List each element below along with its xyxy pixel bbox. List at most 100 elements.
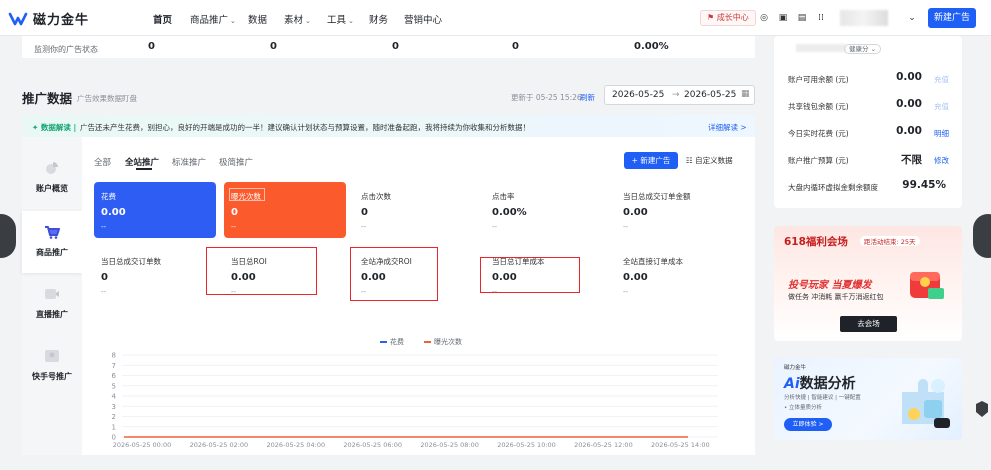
edit-budget-link[interactable]: 修改: [934, 155, 949, 166]
tab-all[interactable]: 全部: [94, 156, 111, 168]
banner-618-festival[interactable]: 618福利会场 距活动结束: 25天 投号玩家 当夏爆发 做任务 冲消耗 赢千万…: [774, 226, 962, 341]
flag-icon: ⚑: [707, 13, 715, 22]
go-venue-button[interactable]: 去会场: [840, 316, 897, 332]
calendar-icon: ▦: [741, 89, 750, 99]
banner-title: Ai数据分析: [784, 376, 856, 392]
nav-material[interactable]: 素材 ⌄: [284, 12, 311, 26]
x-tick-label: 2026-05-25 10:00: [497, 441, 556, 449]
tab-full-site[interactable]: 全站推广: [125, 156, 159, 168]
nav-home[interactable]: 首页: [153, 12, 172, 26]
metric-card-orders[interactable]: 当日总成交订单数 0 --: [94, 247, 216, 303]
apps-grid-icon[interactable]: ⁞⁞: [815, 12, 827, 24]
recharge-link[interactable]: 充值: [934, 74, 949, 85]
banner-subtext: • 立体量质分析: [784, 405, 822, 411]
date-end: 2026-05-25: [684, 90, 737, 100]
status-value: 0: [148, 41, 155, 52]
puzzle-robot-illustration-icon: [902, 379, 950, 428]
nav-marketing[interactable]: 营销中心: [404, 12, 442, 26]
account-row-today-spend: 今日实时花费 (元) 0.00 明细: [788, 125, 949, 139]
status-value: 0.00%: [634, 41, 669, 52]
x-tick-label: 2026-05-25 06:00: [343, 441, 402, 449]
brand-logo-icon: [8, 12, 28, 25]
nav-data[interactable]: 数据: [248, 12, 267, 26]
metric-card-impressions[interactable]: 曝光次数 0 --: [224, 182, 346, 238]
ad-status-strip: 监测你的广告状态 0 0 0 0 0.00%: [22, 36, 755, 58]
status-value: 0: [512, 41, 519, 52]
y-tick-label: 1: [112, 423, 116, 431]
metric-card-ctr[interactable]: 点击率 0.00% --: [485, 182, 607, 238]
update-time: 更新于 05-25 15:26: [511, 93, 582, 102]
top-nav: 磁力金牛 首页 商品推广 ⌄ 数据 素材 ⌄ 工具 ⌄ 财务 营销中心 ⚑ 成长中心 …: [0, 0, 991, 36]
account-name-masked[interactable]: [840, 10, 888, 26]
brand-logo[interactable]: 磁力金牛: [8, 9, 89, 28]
y-tick-label: 5: [112, 382, 116, 390]
legend-swatch: [380, 341, 387, 343]
side-tab-account-overview[interactable]: 账户概览: [22, 147, 82, 209]
account-row-virtual-quota: 大盘内循环虚拟金剩余额度 99.45%: [788, 179, 946, 192]
x-tick-label: 2026-05-25 00:00: [113, 441, 172, 449]
section-subtitle: 广告效果数据盯盘: [77, 94, 137, 103]
x-tick-label: 2026-05-25 08:00: [420, 441, 479, 449]
x-tick-label: 2026-05-25 02:00: [190, 441, 249, 449]
legend-item-spend[interactable]: 花费: [380, 337, 404, 347]
metric-card-clicks[interactable]: 点击次数 0 --: [354, 182, 476, 238]
account-id-masked: [796, 44, 846, 52]
message-icon[interactable]: ▣: [777, 12, 789, 24]
recharge-link[interactable]: 充值: [934, 101, 949, 112]
highlight-box-total-roi: [206, 247, 317, 295]
account-summary-card: 健康分 ⌄ 账户可用余额 (元) 0.00 充值 共享钱包余额 (元) 0.00…: [774, 36, 962, 208]
chevron-down-icon[interactable]: ⌄: [906, 12, 918, 24]
banner-brand-tag: 磁力金牛: [784, 365, 807, 371]
section-title: 推广数据: [22, 91, 73, 106]
new-ad-button[interactable]: 新建广告: [928, 8, 976, 28]
status-label: 监测你的广告状态: [34, 45, 98, 54]
refresh-link[interactable]: 刷新: [580, 92, 595, 103]
promo-content: 全部 全站推广 标准推广 极简推广 + 新建广告 ☷ 自定义数据 花费 0.00…: [82, 137, 755, 455]
health-score-badge[interactable]: 健康分 ⌄: [844, 44, 882, 54]
nav-tools[interactable]: 工具 ⌄: [327, 12, 354, 26]
y-tick-label: 8: [112, 352, 116, 360]
metric-card-direct-order-cost[interactable]: 全站直接订单成本 0.00 --: [616, 247, 738, 303]
target-icon[interactable]: ◎: [758, 12, 770, 24]
carousel-prev-button[interactable]: [0, 214, 16, 258]
trend-line-chart: 0123456782026-05-25 00:00 2026-05-25 02:0…: [112, 352, 718, 449]
metric-card-gmv[interactable]: 当日总成交订单金额 0.00 --: [616, 182, 738, 238]
side-tab-product-promo[interactable]: 商品推广: [22, 211, 82, 273]
ai-insight-icon: ✦: [32, 123, 39, 132]
document-icon[interactable]: ▤: [796, 12, 808, 24]
detail-link[interactable]: 明细: [934, 128, 949, 139]
legend-swatch: [424, 341, 431, 343]
countdown-badge: 距活动结束: 25天: [860, 236, 920, 246]
date-start: 2026-05-25: [612, 90, 665, 100]
custom-data-button[interactable]: ☷ 自定义数据: [686, 152, 744, 169]
try-now-button[interactable]: 立即体验 >: [784, 418, 832, 431]
tab-simple[interactable]: 极简推广: [219, 156, 253, 168]
growth-center-button[interactable]: ⚑ 成长中心: [700, 10, 756, 26]
side-tab-live-promo[interactable]: 直播推广: [22, 273, 82, 335]
nav-finance[interactable]: 财务: [369, 12, 388, 26]
status-value: 0: [392, 41, 399, 52]
floating-helper-icon[interactable]: [974, 400, 990, 418]
data-insight-bar: ✦ 数据解读 | 广告还未产生花费，别担心，良好的开端是成功的一半！建议确认计划…: [22, 115, 755, 137]
status-value: 0: [270, 41, 277, 52]
chevron-down-icon: ⌄: [230, 17, 236, 25]
tab-standard[interactable]: 标准推广: [172, 156, 206, 168]
brand-name: 磁力金牛: [33, 13, 90, 28]
carousel-next-button[interactable]: [973, 214, 991, 258]
red-envelope-icon: [910, 272, 944, 299]
pie-chart-icon: [46, 162, 58, 174]
insight-detail-link[interactable]: 详细解读 >: [708, 122, 747, 133]
banner-title: 618福利会场: [784, 236, 848, 248]
banner-ai-data-analysis[interactable]: 磁力金牛 Ai数据分析 分析快捷 | 智能建议 | 一键配置 • 立体量质分析 …: [774, 358, 962, 440]
legend-item-impressions[interactable]: 曝光次数: [424, 337, 462, 347]
metric-card-spend[interactable]: 花费 0.00 --: [94, 182, 216, 238]
date-range-picker[interactable]: 2026-05-25 → 2026-05-25 ▦: [604, 85, 755, 105]
new-ad-button[interactable]: + 新建广告: [624, 152, 678, 169]
active-tab-indicator: [136, 168, 152, 170]
side-tab-kuaishou-promo[interactable]: 快手号推广: [22, 335, 82, 397]
nav-product-promo[interactable]: 商品推广 ⌄: [190, 12, 236, 26]
chevron-down-icon: ⌄: [305, 17, 311, 25]
x-tick-label: 2026-05-25 04:00: [267, 441, 326, 449]
arrow-right-icon: →: [672, 90, 680, 100]
insight-text: 广告还未产生花费，别担心，良好的开端是成功的一半！建议确认计划状态与预算设置，随…: [80, 123, 530, 132]
